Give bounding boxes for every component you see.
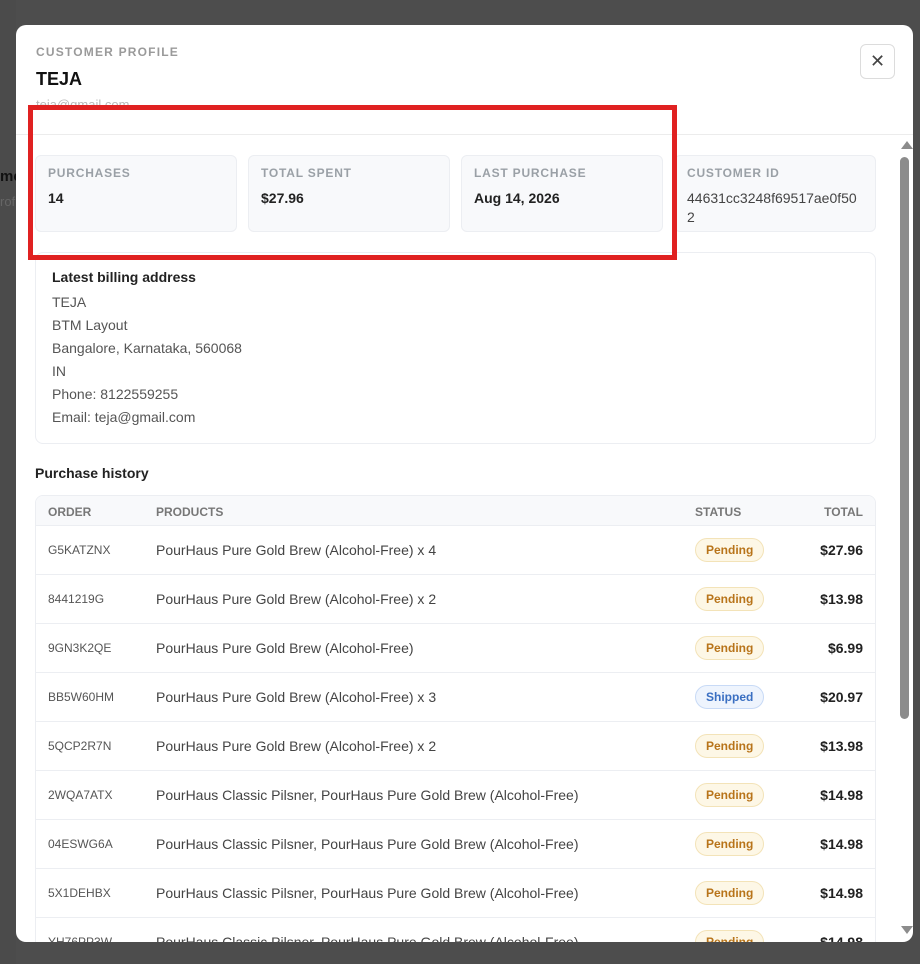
address-line: BTM Layout <box>52 317 128 333</box>
order-total: $14.98 <box>820 836 863 852</box>
purchase-history-table: ORDER PRODUCTS STATUS TOTAL G5KATZNX Pour… <box>35 495 876 942</box>
order-status: Pending <box>695 538 765 562</box>
order-status: Shipped <box>695 685 765 709</box>
order-products: PourHaus Classic Pilsner, PourHaus Pure … <box>156 787 579 803</box>
order-status: Pending <box>695 587 765 611</box>
stat-label: CUSTOMER ID <box>687 166 780 180</box>
order-total: $14.98 <box>820 787 863 803</box>
background-page: me rof <box>0 0 16 964</box>
order-id: 2WQA7ATX <box>48 788 113 802</box>
status-badge: Pending <box>695 734 765 758</box>
order-id: 04ESWG6A <box>48 837 113 851</box>
close-icon: ✕ <box>869 51 886 71</box>
order-total: $20.97 <box>820 689 863 705</box>
background-fragment-b: rof <box>0 194 16 209</box>
order-id: 5X1DEHBX <box>48 886 111 900</box>
order-status: Pending <box>695 734 765 758</box>
column-header-products[interactable]: PRODUCTS <box>156 505 223 519</box>
status-badge: Pending <box>695 930 765 942</box>
order-total: $13.98 <box>820 591 863 607</box>
order-id: 8441219G <box>48 592 105 606</box>
background-fragment-a: me <box>0 168 16 185</box>
order-total: $13.98 <box>820 738 863 754</box>
table-row[interactable]: 2WQA7ATX PourHaus Classic Pilsner, PourHa… <box>36 771 875 820</box>
column-header-total[interactable]: TOTAL <box>824 505 863 519</box>
table-row[interactable]: 04ESWG6A PourHaus Classic Pilsner, PourHa… <box>36 820 875 869</box>
customer-name: TEJA <box>36 69 83 89</box>
status-badge: Pending <box>695 783 765 807</box>
table-row[interactable]: BB5W60HM PourHaus Pure Gold Brew (Alcohol… <box>36 673 875 722</box>
order-total: $27.96 <box>820 542 863 558</box>
address-line: Bangalore, Karnataka, 560068 <box>52 340 242 356</box>
status-badge: Pending <box>695 538 765 562</box>
status-badge: Pending <box>695 587 765 611</box>
order-id: G5KATZNX <box>48 543 111 557</box>
address-line: Email: teja@gmail.com <box>52 409 196 425</box>
stat-customer-id: CUSTOMER ID 44631cc3248f69517ae0f502 <box>674 155 876 232</box>
table-body: G5KATZNX PourHaus Pure Gold Brew (Alcohol… <box>36 526 875 942</box>
table-row[interactable]: 8441219G PourHaus Pure Gold Brew (Alcohol… <box>36 575 875 624</box>
address-line: Phone: 8122559255 <box>52 386 179 402</box>
order-total: $6.99 <box>827 640 863 656</box>
order-products: PourHaus Classic Pilsner, PourHaus Pure … <box>156 885 579 901</box>
table-row[interactable]: 9GN3K2QE PourHaus Pure Gold Brew (Alcohol… <box>36 624 875 673</box>
table-header: ORDER PRODUCTS STATUS TOTAL <box>36 496 875 526</box>
table-row[interactable]: G5KATZNX PourHaus Pure Gold Brew (Alcohol… <box>36 526 875 575</box>
order-status: Pending <box>695 881 765 905</box>
order-total: $14.98 <box>820 934 863 942</box>
order-products: PourHaus Classic Pilsner, PourHaus Pure … <box>156 836 579 852</box>
close-button[interactable]: ✕ <box>860 44 895 79</box>
modal-scrollbar[interactable] <box>897 137 913 942</box>
order-products: PourHaus Pure Gold Brew (Alcohol-Free) <box>156 640 414 656</box>
address-line: IN <box>52 363 66 379</box>
status-badge: Pending <box>695 881 765 905</box>
column-header-status[interactable]: STATUS <box>695 505 741 519</box>
order-status: Pending <box>695 930 765 942</box>
order-total: $14.98 <box>820 885 863 901</box>
order-status: Pending <box>695 636 765 660</box>
scroll-up-arrow-icon[interactable] <box>901 141 913 149</box>
status-badge: Pending <box>695 832 765 856</box>
scrollbar-thumb[interactable] <box>900 157 909 719</box>
order-id: 9GN3K2QE <box>48 641 112 655</box>
order-id: BB5W60HM <box>48 690 115 704</box>
order-products: PourHaus Pure Gold Brew (Alcohol-Free) x… <box>156 591 437 607</box>
order-status: Pending <box>695 783 765 807</box>
billing-address-title: Latest billing address <box>52 269 196 285</box>
order-products: PourHaus Pure Gold Brew (Alcohol-Free) x… <box>156 738 437 754</box>
order-products: PourHaus Classic Pilsner, PourHaus Pure … <box>156 934 579 942</box>
order-id: 5QCP2R7N <box>48 739 112 753</box>
address-line: TEJA <box>52 294 87 310</box>
modal-kicker: CUSTOMER PROFILE <box>36 45 179 59</box>
table-row[interactable]: 5X1DEHBX PourHaus Classic Pilsner, PourHa… <box>36 869 875 918</box>
purchase-history-title: Purchase history <box>35 465 149 481</box>
stat-value: 44631cc3248f69517ae0f502 <box>687 190 857 225</box>
status-badge: Shipped <box>695 685 765 709</box>
order-status: Pending <box>695 832 765 856</box>
column-header-order[interactable]: ORDER <box>48 505 91 519</box>
table-row[interactable]: YH76PP3W PourHaus Classic Pilsner, PourHa… <box>36 918 875 942</box>
order-id: YH76PP3W <box>48 935 113 942</box>
order-products: PourHaus Pure Gold Brew (Alcohol-Free) x… <box>156 689 437 705</box>
scroll-down-arrow-icon[interactable] <box>901 926 913 934</box>
highlight-box <box>28 105 677 260</box>
billing-address-card: Latest billing address TEJA BTM Layout B… <box>35 252 876 444</box>
order-products: PourHaus Pure Gold Brew (Alcohol-Free) x… <box>156 542 437 558</box>
table-row[interactable]: 5QCP2R7N PourHaus Pure Gold Brew (Alcohol… <box>36 722 875 771</box>
status-badge: Pending <box>695 636 765 660</box>
